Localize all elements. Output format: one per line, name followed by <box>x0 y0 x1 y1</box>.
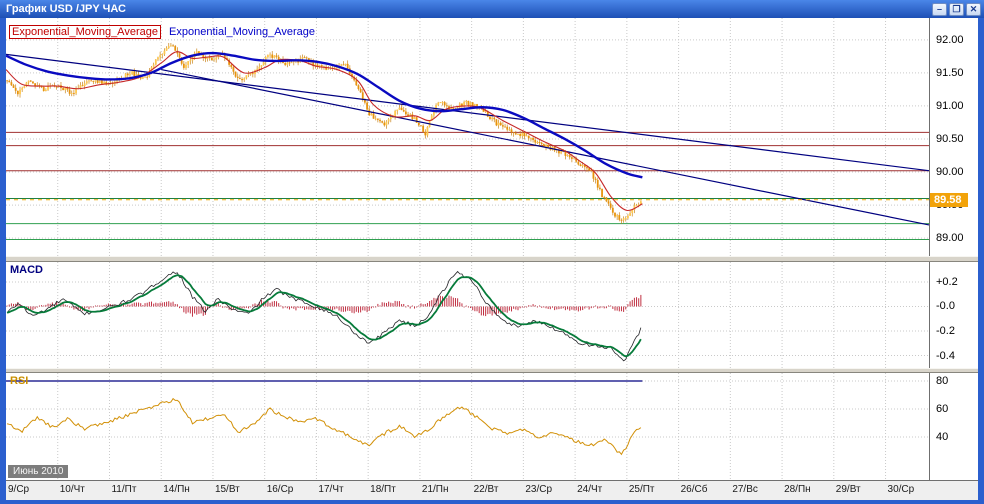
macd-signal-line <box>7 275 641 356</box>
window-titlebar[interactable]: График USD /JPY ЧАС – ❐ ✕ <box>0 0 984 18</box>
date-label: 21/Пн <box>422 484 449 495</box>
macd-canvas[interactable] <box>6 262 929 368</box>
scale-tick: +0.2 <box>936 276 958 288</box>
date-label: 24/Чт <box>577 484 602 495</box>
chart-body: Exponential_Moving_Average Exponential_M… <box>6 18 978 500</box>
chart-window: График USD /JPY ЧАС – ❐ ✕ Exponential_Mo… <box>0 0 984 504</box>
date-label: 15/Вт <box>215 484 240 495</box>
scale-tick: -0.4 <box>936 350 955 362</box>
scale-tick: 89.00 <box>936 232 964 244</box>
scale-tick: 60 <box>936 403 948 415</box>
date-label: 9/Ср <box>8 484 29 495</box>
scale-tick: -0.2 <box>936 325 955 337</box>
candlesticks <box>6 43 642 224</box>
rsi-label: RSI <box>10 375 28 387</box>
scale-tick: 90.50 <box>936 133 964 145</box>
date-label: 27/Вс <box>732 484 758 495</box>
main-chart-canvas[interactable] <box>6 18 929 256</box>
date-label: 14/Пн <box>163 484 190 495</box>
price-scale[interactable]: 89.58 92.0091.5091.0090.5090.0089.5089.0… <box>930 18 978 256</box>
ema-indicator-label-2[interactable]: Exponential_Moving_Average <box>169 26 315 38</box>
rsi-panel[interactable]: RSI <box>6 373 930 480</box>
date-label: 17/Чт <box>318 484 343 495</box>
axis-corner <box>930 481 978 500</box>
rsi-line <box>7 399 641 455</box>
minimize-icon: – <box>937 4 942 14</box>
restore-icon: ❐ <box>952 4 960 14</box>
date-label: 18/Пт <box>370 484 396 495</box>
support-resistance-lines[interactable] <box>6 132 929 239</box>
current-price-badge: 89.58 <box>930 193 968 207</box>
scale-tick: 40 <box>936 431 948 443</box>
date-label: 11/Пт <box>111 484 136 495</box>
macd-label: MACD <box>10 264 43 276</box>
date-label: 28/Пн <box>784 484 811 495</box>
time-axis-labels[interactable]: Июнь 2010 9/Ср10/Чт11/Пт14/Пн15/Вт16/Ср1… <box>6 481 930 500</box>
gridlines <box>6 18 929 256</box>
window-title: График USD /JPY ЧАС <box>6 3 126 15</box>
macd-panel[interactable]: MACD <box>6 262 930 368</box>
scale-tick: 91.50 <box>936 67 964 79</box>
date-label: 22/Вт <box>474 484 499 495</box>
scale-tick: 90.00 <box>936 166 964 178</box>
time-axis[interactable]: Июнь 2010 9/Ср10/Чт11/Пт14/Пн15/Вт16/Ср1… <box>6 480 978 500</box>
close-icon: ✕ <box>970 4 978 14</box>
gridlines <box>6 373 929 480</box>
rsi-scale[interactable]: 80 60 40 <box>930 373 978 480</box>
restore-button[interactable]: ❐ <box>949 3 964 16</box>
date-label: 29/Вт <box>836 484 861 495</box>
rsi-canvas[interactable] <box>6 373 929 480</box>
scale-tick: 91.00 <box>936 100 964 112</box>
close-button[interactable]: ✕ <box>966 3 981 16</box>
scale-tick: 80 <box>936 375 948 387</box>
month-label: Июнь 2010 <box>8 465 68 478</box>
ema-slow-line[interactable] <box>6 53 642 177</box>
date-label: 16/Ср <box>267 484 294 495</box>
macd-main-line <box>7 271 641 360</box>
scale-tick: -0.0 <box>936 300 955 312</box>
macd-scale[interactable]: +0.2 -0.0 -0.2 -0.4 <box>930 262 978 368</box>
date-label: 10/Чт <box>60 484 85 495</box>
macd-histogram <box>7 295 641 317</box>
main-chart-panel[interactable]: Exponential_Moving_Average Exponential_M… <box>6 18 930 256</box>
date-label: 26/Сб <box>681 484 708 495</box>
date-label: 23/Ср <box>525 484 552 495</box>
window-controls: – ❐ ✕ <box>932 3 981 16</box>
indicator-labels: Exponential_Moving_Average Exponential_M… <box>9 26 315 38</box>
date-label: 30/Ср <box>888 484 915 495</box>
date-label: 25/Пт <box>629 484 655 495</box>
scale-tick: 92.00 <box>936 34 964 46</box>
minimize-button[interactable]: – <box>932 3 947 16</box>
ema-indicator-label-1[interactable]: Exponential_Moving_Average <box>9 25 161 39</box>
